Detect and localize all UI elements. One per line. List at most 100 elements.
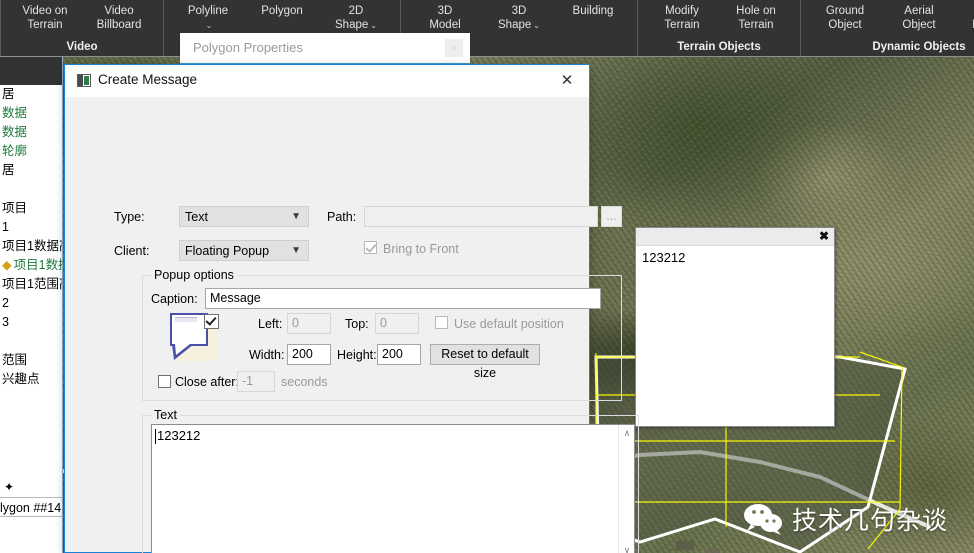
left-label: Left: <box>258 317 283 331</box>
left-input[interactable]: 0 <box>287 313 331 334</box>
sidebar-selected-object[interactable]: lygon ##14 <box>0 497 62 517</box>
sidebar-item-label: 3 <box>2 315 9 329</box>
ribbon-button-2d-shape[interactable]: 2D Shape ⌄ <box>319 3 393 32</box>
sidebar-item[interactable]: 项目 <box>0 199 62 218</box>
sidebar-header-strip <box>0 57 62 85</box>
wechat-icon <box>743 503 783 535</box>
ribbon-button-label-line1: Aerial <box>904 5 934 17</box>
ribbon-button-label-line1: Ground <box>825 5 865 17</box>
path-input[interactable] <box>364 206 598 227</box>
top-input[interactable]: 0 <box>375 313 419 334</box>
dialog-title: Create Message <box>98 72 198 87</box>
ribbon-group-items: Video on Terrain Video Billboard <box>8 3 156 41</box>
popup-options-label: Popup options <box>151 268 237 282</box>
ribbon-group-label: Terrain Objects <box>677 41 761 53</box>
sidebar-item[interactable]: 范围 <box>0 351 62 370</box>
ribbon-group-label: Video <box>66 41 98 53</box>
chevron-down-icon[interactable]: ⌄ <box>206 21 213 30</box>
sidebar-item[interactable]: 数据 <box>0 123 62 142</box>
sidebar-item-label: 项目1数据高 <box>2 239 62 253</box>
dialog-titlebar[interactable]: Create Message ✕ <box>65 65 589 98</box>
ribbon-button-building[interactable]: Building <box>556 3 630 19</box>
bring-to-front-checkbox[interactable] <box>364 241 377 254</box>
sidebar-item[interactable]: 2 <box>0 294 62 313</box>
ribbon-button-modify-terrain[interactable]: Modify Terrain <box>645 3 719 32</box>
ribbon-button-hole-on-terrain[interactable]: Hole on Terrain <box>719 3 793 32</box>
top-label: Top: <box>345 317 369 331</box>
sidebar-item-label: 居 <box>2 163 15 177</box>
sidebar-item[interactable]: ◆项目1数据 <box>0 256 62 275</box>
chevron-down-icon[interactable]: ⌄ <box>533 21 540 30</box>
sidebar-item[interactable]: 居 <box>0 161 62 180</box>
sidebar-item-label: 1 <box>2 220 9 234</box>
ribbon-button-label-line1: Move <box>962 5 974 19</box>
caption-label: Caption: <box>151 292 198 306</box>
client-combo[interactable]: Floating Popup ▼ <box>179 240 309 261</box>
ribbon-group-dynamic-objects: GroundObjectAerialObjectMoveBy TimeDynam… <box>800 0 974 56</box>
ribbon-button-label-line2: Model <box>429 18 461 31</box>
watermark-text: 技术几句杂谈 <box>791 506 948 535</box>
chevron-right-icon[interactable]: › <box>445 39 463 57</box>
polygon-properties-panel[interactable]: Polygon Properties › <box>180 33 470 63</box>
sidebar-item[interactable]: 项目1范围高 <box>0 275 62 294</box>
sidebar-item[interactable]: 1 <box>0 218 62 237</box>
sidebar-item[interactable]: 数据 <box>0 104 62 123</box>
create-message-dialog[interactable]: Create Message ✕ Type: Text ▼ Path: ... … <box>64 64 639 553</box>
path-label: Path: <box>327 210 357 224</box>
ribbon-button-label-line1: 3D <box>437 5 453 17</box>
close-icon[interactable]: ✕ <box>545 65 589 96</box>
scroll-down-icon[interactable]: ∨ <box>619 542 635 553</box>
floating-popup-window[interactable]: ✖ 123212 <box>635 227 835 427</box>
sidebar-item[interactable]: 居 <box>0 85 62 104</box>
type-combo[interactable]: Text ▼ <box>179 206 309 227</box>
show-popup-checkbox[interactable] <box>204 314 219 329</box>
ribbon-button-3d-shape[interactable]: 3D Shape ⌄ <box>482 3 556 32</box>
ribbon-button-ground-object[interactable]: Ground Object <box>808 3 882 32</box>
width-label: Width: <box>249 348 285 362</box>
use-default-position-checkbox[interactable] <box>435 316 448 329</box>
sidebar-item-label: 数据 <box>2 106 28 120</box>
close-after-checkbox[interactable] <box>158 375 171 388</box>
sidebar-item-label: 兴趣点 <box>2 372 40 386</box>
ribbon-button-label-line2: Billboard <box>96 18 142 31</box>
ribbon-toolbar[interactable]: eVideo onTerrainVideoBillboardVideoPolyl… <box>0 0 974 57</box>
sidebar-item[interactable]: 3 <box>0 313 62 332</box>
ribbon-button-3d-model[interactable]: 3D Model <box>408 3 482 32</box>
sidebar-item[interactable]: 兴趣点 <box>0 370 62 389</box>
height-input[interactable]: 200 <box>377 344 421 365</box>
ribbon-button-move-by-time[interactable]: MoveBy Time <box>956 3 974 32</box>
ribbon-button-label-line2: Shape ⌄ <box>498 18 540 31</box>
path-browse-button[interactable]: ... <box>601 206 622 227</box>
chevron-down-icon: ▼ <box>291 211 301 222</box>
scroll-up-icon[interactable]: ∧ <box>619 425 635 441</box>
reset-to-default-size-button[interactable]: Reset to default size <box>430 344 540 380</box>
ribbon-group-terrain-objects: Modify Terrain Hole on Terrain Terrain Objec… <box>637 0 800 56</box>
message-text-area[interactable]: 123212 ∧ ∨ <box>151 424 635 553</box>
text-scrollbar[interactable]: ∧ ∨ <box>618 425 634 553</box>
sidebar-item-label: 轮廓 <box>2 144 28 158</box>
type-combo-value: Text <box>185 210 208 224</box>
close-after-label: Close after: <box>175 375 239 389</box>
width-input[interactable]: 200 <box>287 344 331 365</box>
sidebar-item[interactable]: 项目1数据高 <box>0 237 62 256</box>
caption-input[interactable]: Message <box>205 288 601 309</box>
ribbon-button-label-line1: Video <box>104 5 134 17</box>
text-caret <box>155 429 156 444</box>
chevron-down-icon[interactable]: ⌄ <box>370 21 377 30</box>
ribbon-button-polygon[interactable]: Polygon <box>245 3 319 19</box>
sidebar-item-list[interactable]: 居数据数据轮廓居项目1项目1数据高◆项目1数据项目1范围高23范围兴趣点 <box>0 85 62 389</box>
close-after-input[interactable]: -1 <box>237 371 275 392</box>
close-icon[interactable]: ✖ <box>817 228 831 244</box>
ribbon-button-aerial-object[interactable]: Aerial Object <box>882 3 956 32</box>
type-label: Type: <box>114 210 145 224</box>
sidebar-item[interactable]: 轮廓 <box>0 142 62 161</box>
ribbon-button-video-on-terrain[interactable]: Video on Terrain <box>8 3 82 32</box>
ribbon-button-polyline[interactable]: Polyline ⌄ <box>171 3 245 32</box>
polygon-properties-title: Polygon Properties <box>193 40 303 55</box>
seconds-label: seconds <box>281 375 328 389</box>
ribbon-group-items: Modify Terrain Hole on Terrain <box>645 3 793 41</box>
project-tree-sidebar[interactable]: 居数据数据轮廓居项目1项目1数据高◆项目1数据项目1范围高23范围兴趣点 ✦ l… <box>0 57 63 553</box>
ribbon-button-video-billboard[interactable]: Video Billboard <box>82 3 156 32</box>
application-window: ✖ 123212 技术几句杂谈 居数据 数据 轮廓 居 项目 1 项目1数据 ◆… <box>0 0 974 553</box>
